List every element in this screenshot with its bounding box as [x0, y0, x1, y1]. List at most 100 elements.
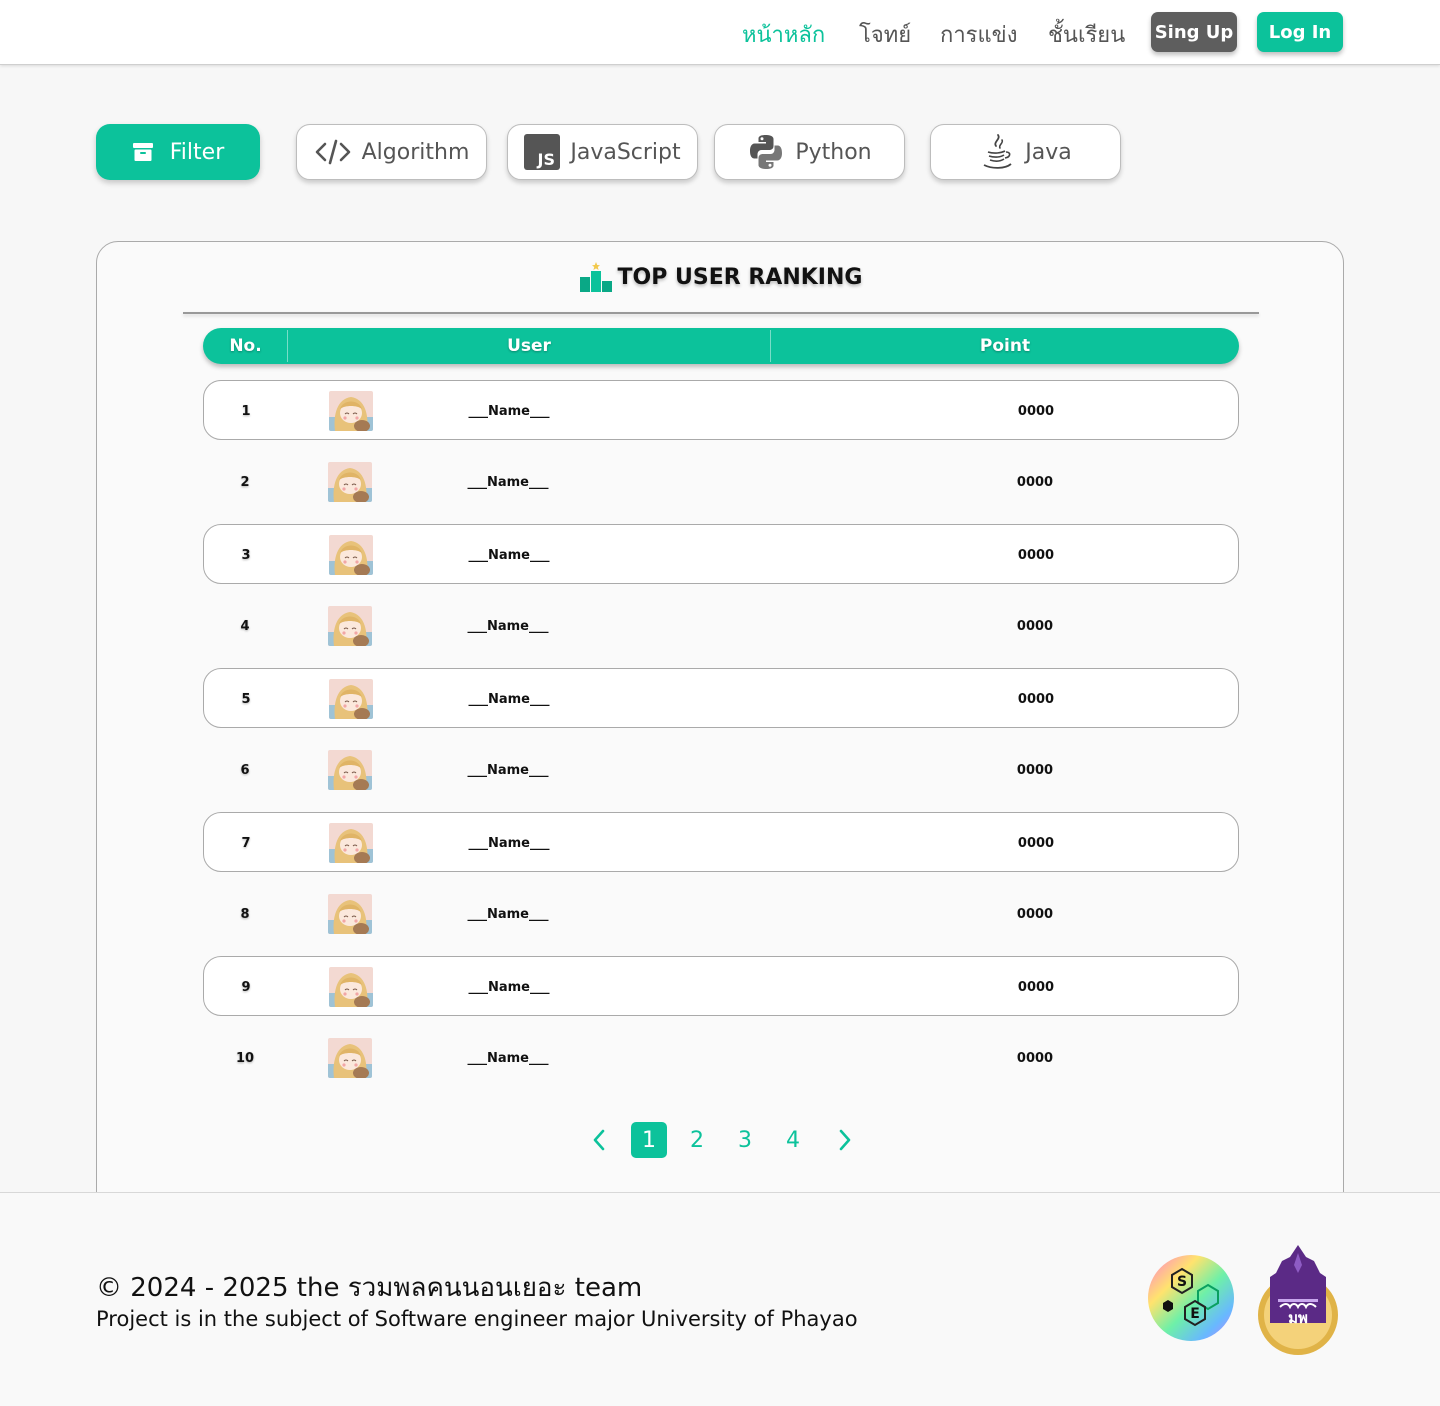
chip-algorithm-label: Algorithm — [361, 139, 470, 165]
page-button-1[interactable]: 1 — [631, 1122, 667, 1158]
user-points: 0000 — [1017, 547, 1055, 563]
user-points: 0000 — [1016, 762, 1054, 778]
nav-link-classes[interactable]: ชั้นเรียน — [1048, 17, 1125, 52]
python-icon — [747, 133, 785, 171]
user-name[interactable]: ___Name___ — [453, 1028, 563, 1088]
user-name[interactable]: ___Name___ — [453, 596, 563, 656]
code-icon — [314, 139, 352, 165]
ranking-title-text: TOP USER RANKING — [617, 264, 863, 290]
chip-javascript-label: JavaScript — [570, 139, 681, 165]
avatar — [328, 606, 372, 646]
user-points: 0000 — [1017, 403, 1055, 419]
chip-algorithm[interactable]: Algorithm — [296, 124, 487, 180]
avatar — [328, 750, 372, 790]
chevron-right-icon — [839, 1129, 851, 1151]
next-page-button[interactable] — [827, 1122, 863, 1158]
pagination: 1 2 3 4 — [97, 1122, 1345, 1158]
table-row[interactable]: 1 ___Name___ 0000 — [203, 380, 1239, 440]
page-button-2[interactable]: 2 — [679, 1122, 715, 1158]
chip-javascript[interactable]: JS JavaScript — [507, 124, 698, 180]
table-row[interactable]: 10 ___Name___ 0000 — [203, 1028, 1239, 1088]
nav-link-contests[interactable]: การแข่ง — [940, 17, 1017, 52]
nav-link-home[interactable]: หน้าหลัก — [742, 17, 825, 52]
column-header-user: User — [507, 336, 551, 356]
nav-link-problems[interactable]: โจทย์ — [859, 17, 911, 52]
table-row[interactable]: 5 ___Name___ 0000 — [203, 668, 1239, 728]
avatar — [329, 967, 373, 1007]
user-points: 0000 — [1016, 474, 1054, 490]
user-name[interactable]: ___Name___ — [454, 381, 564, 441]
user-points: 0000 — [1016, 618, 1054, 634]
rank-number: 5 — [241, 691, 251, 707]
svg-text:E: E — [1190, 1306, 1200, 1322]
rank-number: 2 — [240, 474, 250, 490]
footer-copyright: © 2024 - 2025 the รวมพลคนนอนเยอะ team — [96, 1273, 643, 1303]
table-row[interactable]: 2 ___Name___ 0000 — [203, 452, 1239, 512]
avatar — [329, 823, 373, 863]
podium-icon — [579, 262, 612, 292]
university-of-phayao-logo: มพ — [1254, 1243, 1342, 1355]
rank-number: 8 — [240, 906, 250, 922]
avatar — [328, 1038, 372, 1078]
user-points: 0000 — [1017, 979, 1055, 995]
ranking-table-body: 1 ___Name___ 0000 2 ___Name___ 0000 3 ___Name__… — [203, 380, 1239, 1100]
software-engineering-logo: S E — [1148, 1255, 1234, 1341]
page-button-4[interactable]: 4 — [775, 1122, 811, 1158]
svg-text:มพ: มพ — [1288, 1309, 1308, 1327]
footer: © 2024 - 2025 the รวมพลคนนอนเยอะ team Pr… — [0, 1192, 1440, 1406]
user-points: 0000 — [1017, 835, 1055, 851]
table-row[interactable]: 3 ___Name___ 0000 — [203, 524, 1239, 584]
avatar — [329, 535, 373, 575]
rank-number: 7 — [241, 835, 251, 851]
table-row[interactable]: 8 ___Name___ 0000 — [203, 884, 1239, 944]
svg-text:JS: JS — [537, 150, 555, 169]
table-header: No. User Point — [203, 328, 1239, 364]
chip-java[interactable]: Java — [930, 124, 1121, 180]
user-name[interactable]: ___Name___ — [453, 740, 563, 800]
user-points: 0000 — [1016, 906, 1054, 922]
table-row[interactable]: 6 ___Name___ 0000 — [203, 740, 1239, 800]
user-name[interactable]: ___Name___ — [453, 884, 563, 944]
signup-button[interactable]: Sing Up — [1151, 12, 1237, 52]
svg-text:S: S — [1177, 1274, 1187, 1290]
avatar — [329, 391, 373, 431]
filter-label: Filter — [169, 139, 225, 165]
rank-number: 10 — [235, 1050, 255, 1066]
avatar — [329, 679, 373, 719]
user-points: 0000 — [1017, 691, 1055, 707]
user-name[interactable]: ___Name___ — [453, 452, 563, 512]
top-navbar: หน้าหลัก โจทย์ การแข่ง ชั้นเรียน Sing Up… — [0, 0, 1440, 65]
user-name[interactable]: ___Name___ — [454, 669, 564, 729]
chevron-left-icon — [593, 1129, 605, 1151]
login-button[interactable]: Log In — [1257, 12, 1343, 52]
chip-java-label: Java — [1025, 139, 1072, 165]
table-row[interactable]: 9 ___Name___ 0000 — [203, 956, 1239, 1016]
column-header-point: Point — [979, 336, 1031, 356]
js-icon: JS — [524, 134, 561, 170]
user-name[interactable]: ___Name___ — [454, 813, 564, 873]
column-header-no: No. — [229, 336, 262, 356]
chip-python[interactable]: Python — [714, 124, 905, 180]
table-row[interactable]: 4 ___Name___ 0000 — [203, 596, 1239, 656]
ranking-card: TOP USER RANKING No. User Point 1 ___Name… — [96, 241, 1344, 1221]
user-name[interactable]: ___Name___ — [454, 957, 564, 1017]
ranking-title: TOP USER RANKING — [97, 262, 1345, 292]
chip-python-label: Python — [795, 139, 872, 165]
rank-number: 3 — [241, 547, 251, 563]
avatar — [328, 462, 372, 502]
filter-button[interactable]: Filter — [96, 124, 260, 180]
footer-subtitle: Project is in the subject of Software en… — [96, 1307, 858, 1331]
avatar — [328, 894, 372, 934]
rank-number: 4 — [240, 618, 250, 634]
user-points: 0000 — [1016, 1050, 1054, 1066]
table-row[interactable]: 7 ___Name___ 0000 — [203, 812, 1239, 872]
archive-icon — [132, 142, 154, 162]
prev-page-button[interactable] — [581, 1122, 617, 1158]
page-button-3[interactable]: 3 — [727, 1122, 763, 1158]
rank-number: 6 — [240, 762, 250, 778]
java-icon — [979, 133, 1015, 171]
rank-number: 1 — [241, 403, 251, 419]
title-divider — [183, 312, 1259, 314]
user-name[interactable]: ___Name___ — [454, 525, 564, 585]
rank-number: 9 — [241, 979, 251, 995]
